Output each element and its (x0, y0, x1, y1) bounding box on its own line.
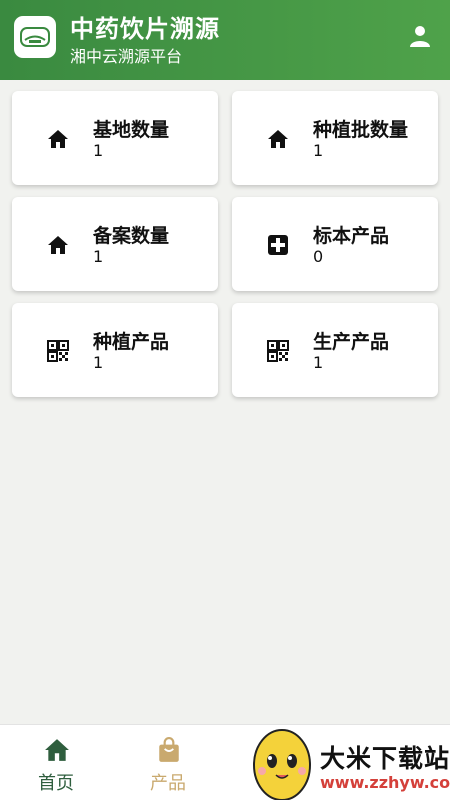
tab-label: 首页 (38, 773, 74, 794)
stats-grid: 基地数量 1 种植批数量 1 备案数量 1 标本产品 0 种植产品 1 生产产品… (12, 91, 438, 397)
card-value: 1 (93, 247, 104, 266)
card-production-products[interactable]: 生产产品 1 (232, 303, 438, 397)
card-value: 1 (313, 141, 324, 160)
home-icon (48, 236, 68, 254)
home-icon (48, 130, 68, 148)
app-logo (14, 16, 56, 58)
shopping-bag-icon (159, 737, 179, 762)
bottom-tab-bar: 首页 产品 大米下载站 www.zzhyw.com (0, 724, 450, 800)
user-icon[interactable] (408, 24, 432, 48)
card-specimen-products[interactable]: 标本产品 0 (232, 197, 438, 291)
qr-code-icon (47, 340, 69, 362)
watermark-text: 大米下载站 (320, 744, 450, 773)
tab-home[interactable]: 首页 (0, 725, 112, 800)
card-label: 生产产品 (313, 331, 390, 353)
app-subtitle: 湘中云溯源平台 (70, 47, 183, 66)
home-icon (268, 130, 288, 148)
card-label: 备案数量 (93, 225, 170, 247)
mascot-icon (253, 729, 311, 800)
qr-code-icon (267, 340, 289, 362)
tab-label: 产品 (150, 773, 186, 794)
tab-products[interactable]: 产品 (112, 725, 224, 800)
card-label: 基地数量 (93, 119, 170, 141)
logo-icon (20, 27, 50, 47)
card-label: 标本产品 (313, 225, 390, 247)
home-icon (45, 739, 69, 761)
app-header: 中药饮片溯源 湘中云溯源平台 (0, 0, 450, 80)
watermark-url: www.zzhyw.com (320, 773, 450, 792)
card-planting-batch-count[interactable]: 种植批数量 1 (232, 91, 438, 185)
card-label: 种植批数量 (313, 119, 409, 141)
card-record-count[interactable]: 备案数量 1 (12, 197, 218, 291)
app-title: 中药饮片溯源 (70, 15, 220, 43)
card-value: 1 (313, 353, 324, 372)
card-value: 0 (313, 247, 324, 266)
card-value: 1 (93, 353, 104, 372)
card-base-count[interactable]: 基地数量 1 (12, 91, 218, 185)
medical-cross-icon (268, 235, 288, 255)
watermark: 大米下载站 www.zzhyw.com (246, 725, 450, 800)
card-value: 1 (93, 141, 104, 160)
card-label: 种植产品 (93, 331, 170, 353)
card-planting-products[interactable]: 种植产品 1 (12, 303, 218, 397)
